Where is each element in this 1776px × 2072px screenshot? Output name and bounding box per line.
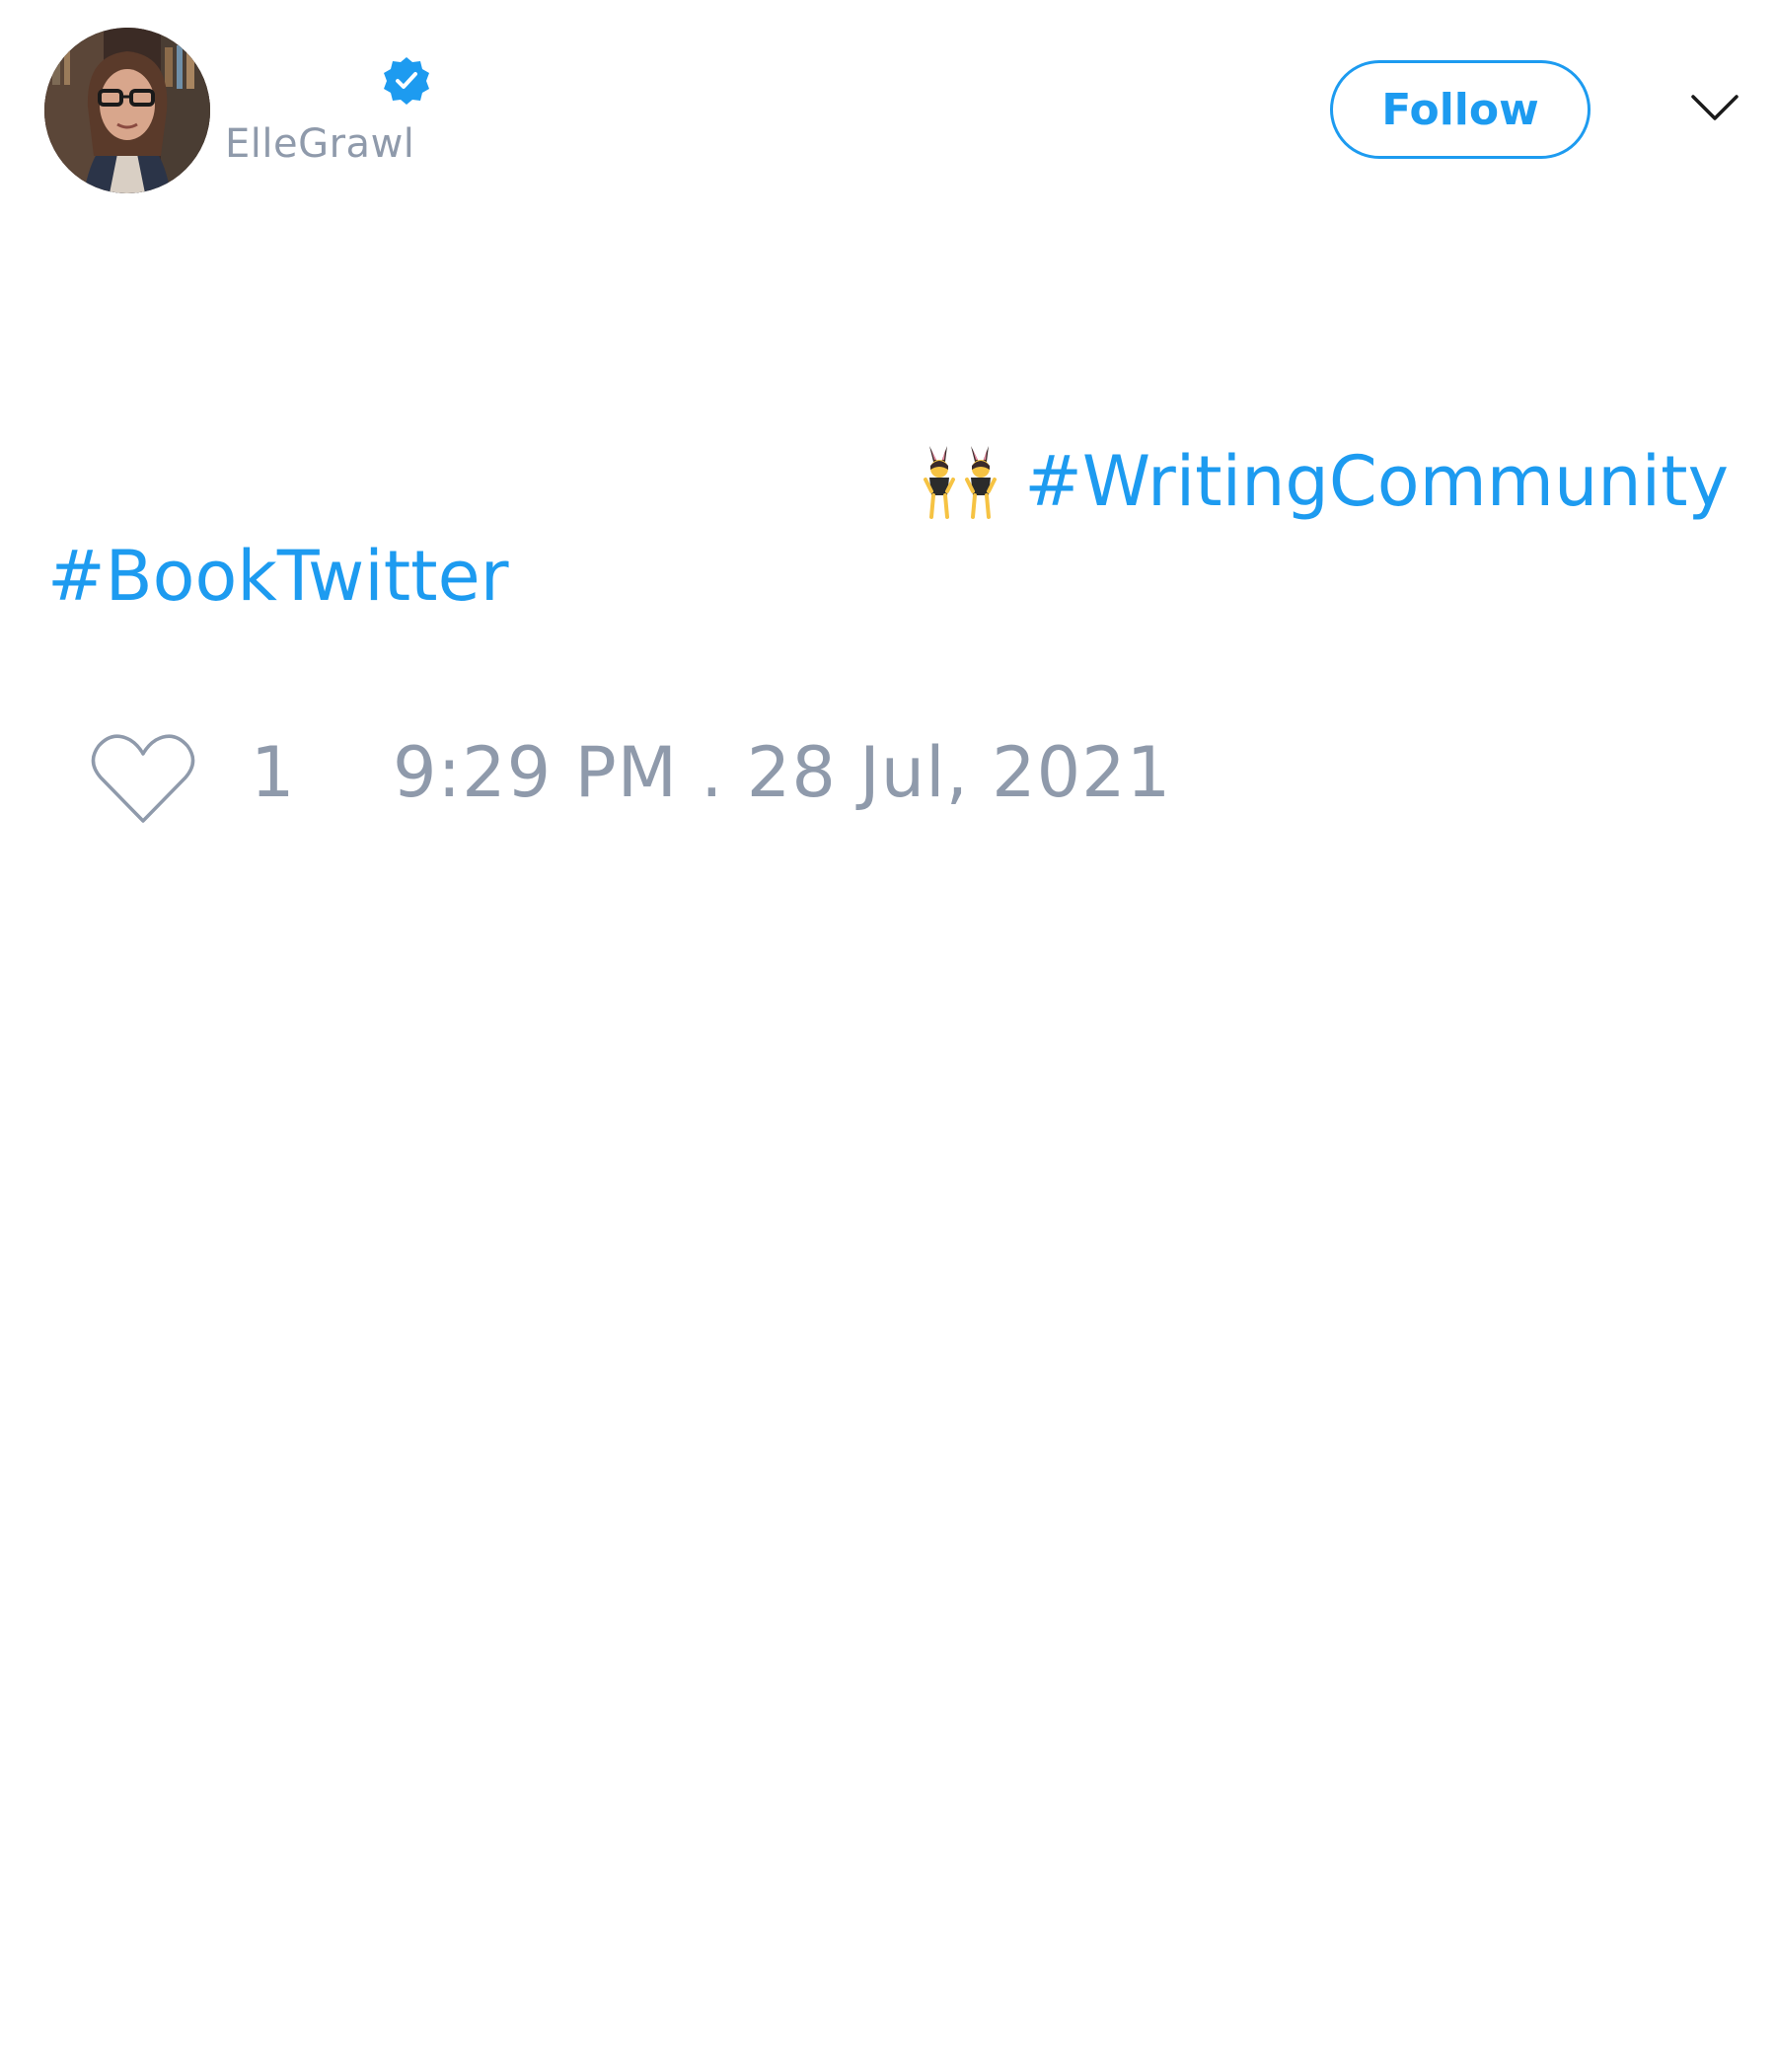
avatar[interactable] [44,28,210,193]
user-handle[interactable]: ElleGrawl [225,124,414,164]
avatar-image [44,28,210,193]
tweet-text-line-1: #WritingCommunity [47,434,1729,529]
follow-button[interactable]: Follow [1330,60,1591,159]
tweet-card: ElleGrawl Follow #WritingCommunity #Book… [0,0,1776,2072]
heart-icon[interactable] [91,732,195,825]
hashtag-writingcommunity[interactable]: #WritingCommunity [1024,441,1729,522]
verified-badge-icon [381,55,432,107]
hashtag-booktwitter[interactable]: #BookTwitter [47,536,508,617]
tweet-footer: 1 9:29 PM . 28 Jul, 2021 [0,720,1776,829]
chevron-down-icon[interactable] [1689,91,1740,126]
tweet-text-line-2: #BookTwitter [47,529,508,624]
tweet-timestamp[interactable]: 9:29 PM . 28 Jul, 2021 [393,738,1171,807]
like-count: 1 [251,732,295,813]
tweet-header: ElleGrawl Follow [0,0,1776,217]
women-with-bunny-ears-emoji [920,442,1000,521]
